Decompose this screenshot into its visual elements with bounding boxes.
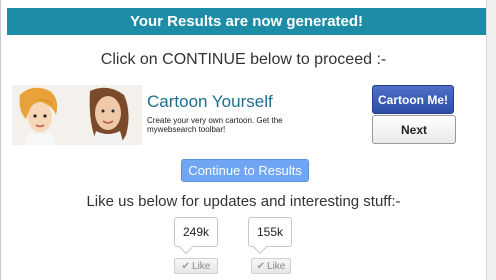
check-icon: ✔ xyxy=(256,260,266,272)
ad-title[interactable]: Cartoon Yourself xyxy=(147,92,273,112)
like-count-2: 155k xyxy=(248,217,292,255)
check-icon: ✔ xyxy=(181,260,191,272)
scrollbar-gutter[interactable] xyxy=(486,0,496,280)
ad-photo[interactable] xyxy=(12,85,142,145)
continue-to-results-button[interactable]: Continue to Results xyxy=(181,159,309,182)
count-pointer xyxy=(252,239,268,255)
like-count-value: 249k xyxy=(182,225,210,239)
like-count-value: 155k xyxy=(256,225,284,239)
banner-title: Your Results are now generated! xyxy=(129,13,364,30)
cartoon-me-button[interactable]: Cartoon Me! xyxy=(372,85,454,114)
like-count-1: 249k xyxy=(174,217,218,255)
ad-faces-image xyxy=(12,85,142,145)
social-prompt: Like us below for updates and interestin… xyxy=(86,193,401,210)
like-button-1[interactable]: ✔ Like xyxy=(174,258,218,274)
cartoon-ad: Cartoon Yourself Create your very own ca… xyxy=(12,85,462,147)
count-pointer xyxy=(178,239,194,255)
results-banner: Your Results are now generated! xyxy=(7,8,486,35)
next-button[interactable]: Next xyxy=(372,115,456,144)
like-button-2[interactable]: ✔ Like xyxy=(251,258,291,274)
like-label: Like xyxy=(267,260,286,272)
page-frame: Your Results are now generated! Click on… xyxy=(0,0,486,280)
like-label: Like xyxy=(192,260,211,272)
ad-description: Create your very own cartoon. Get the my… xyxy=(147,116,283,134)
continue-prompt: Click on CONTINUE below to proceed :- xyxy=(100,51,387,68)
